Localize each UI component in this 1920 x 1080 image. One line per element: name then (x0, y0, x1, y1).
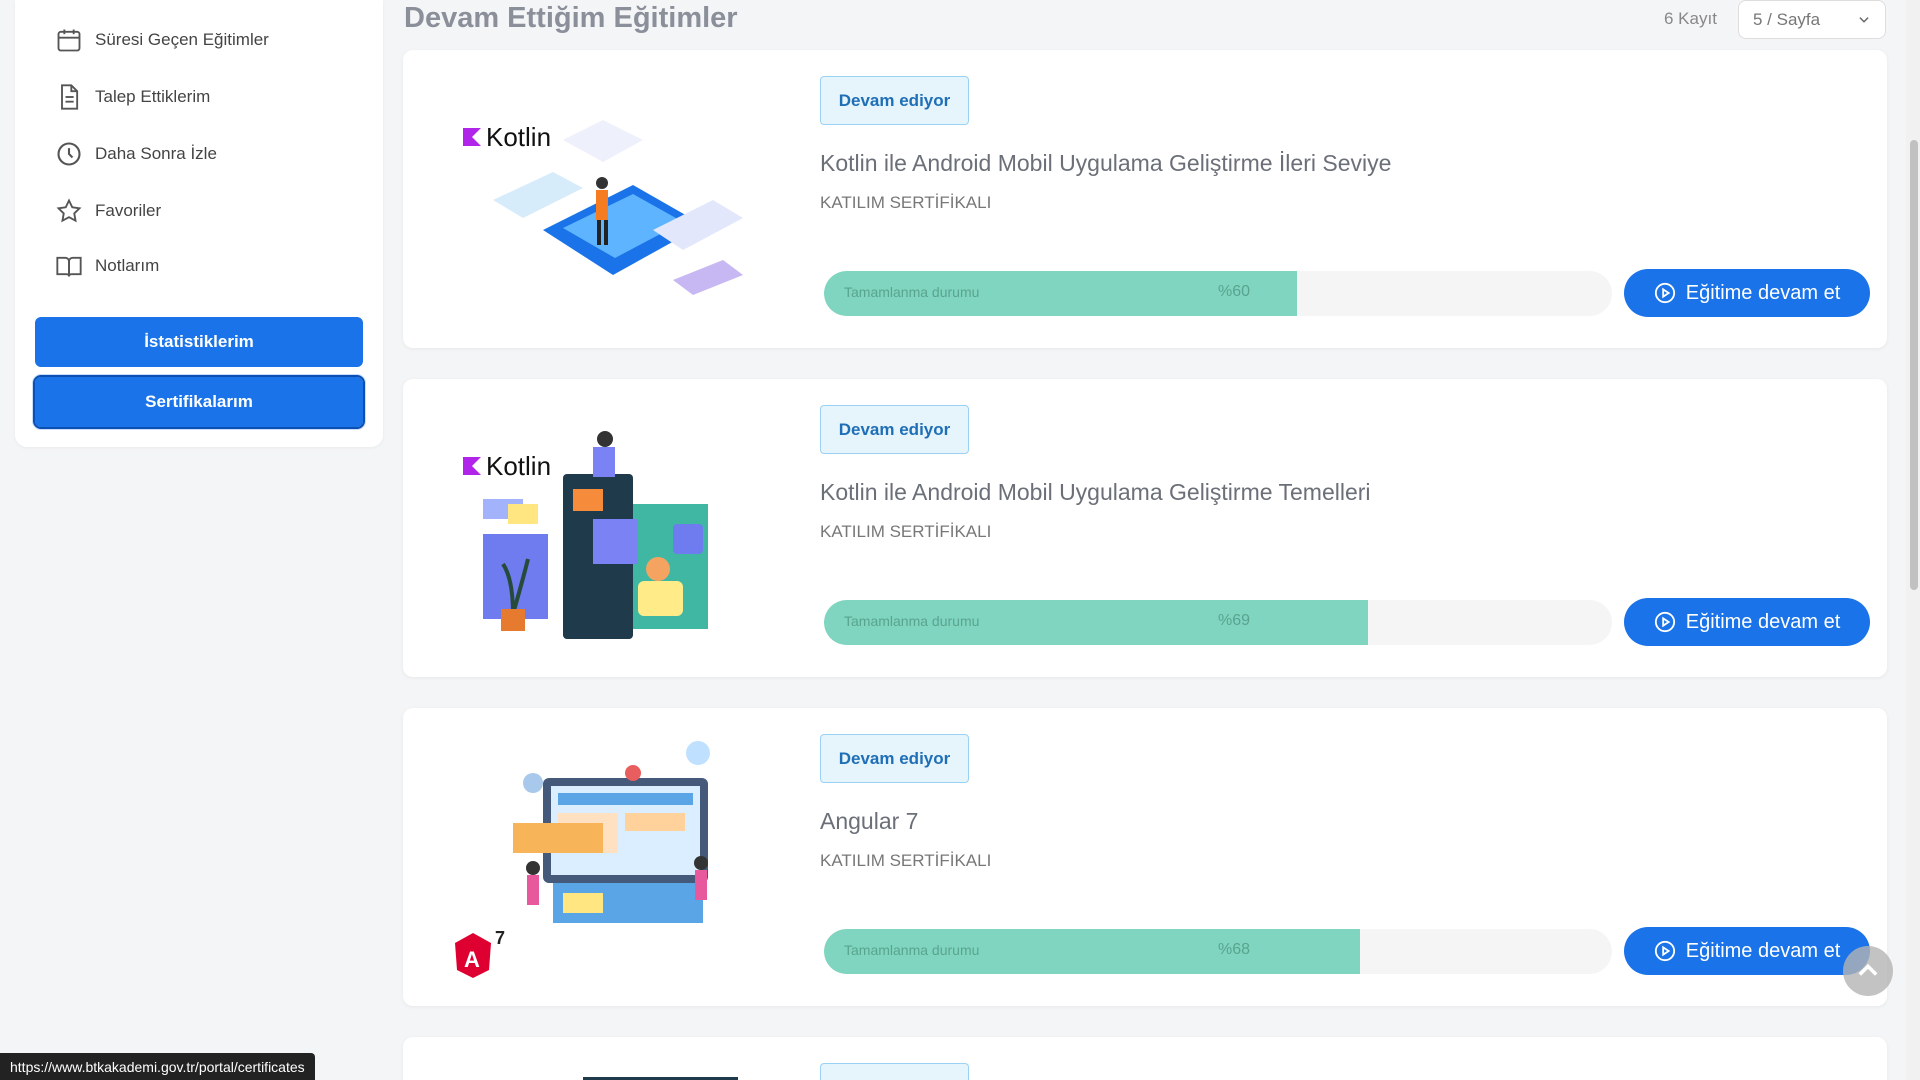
progress-bar: Tamamlanma durumu %68 (824, 929, 1612, 974)
progress-bar: Tamamlanma durumu %60 (824, 271, 1612, 316)
scrollbar-thumb[interactable] (1910, 140, 1918, 590)
course-title[interactable]: Kotlin ile Android Mobil Uygulama Gelişt… (820, 150, 1391, 177)
kotlin-logo-text: Kotlin (486, 122, 551, 152)
course-card: A 7 Devam ediyor Angular 7 KATILIM SERTİ… (403, 708, 1887, 1006)
course-card-partial (403, 1037, 1887, 1080)
page-title: Devam Ettiğim Eğitimler (404, 2, 738, 34)
continue-course-button[interactable]: Eğitime devam et (1624, 269, 1870, 317)
course-card: Kotlin Devam ediyor Kotlin ile Android M… (403, 379, 1887, 677)
course-thumbnail: A 7 (453, 738, 763, 978)
progress-label: Tamamlanma durumu (844, 613, 980, 629)
progress-value: %69 (1218, 612, 1251, 629)
status-badge: Devam ediyor (820, 405, 969, 454)
sidebar-item-label: Talep Ettiklerim (95, 87, 211, 106)
progress-bar: Tamamlanma durumu %69 (824, 600, 1612, 645)
course-subtitle: KATILIM SERTİFİKALI (820, 522, 992, 541)
sidebar-item-watch-later[interactable]: Daha Sonra İzle (55, 134, 217, 174)
progress-value: %60 (1218, 283, 1251, 300)
chevron-up-icon (1858, 963, 1878, 976)
sidebar-item-requests[interactable]: Talep Ettiklerim (55, 77, 210, 117)
sidebar-item-label: Notlarım (95, 256, 160, 275)
sidebar-item-notes[interactable]: Notlarım (55, 246, 159, 286)
course-card: Kotlin Devam ediyor Kotlin ile Android M… (403, 50, 1887, 348)
document-icon (61, 84, 79, 110)
back-to-top-button[interactable] (1843, 946, 1893, 996)
calendar-icon (57, 29, 81, 52)
certificates-button[interactable]: Sertifikalarım (33, 375, 365, 429)
angular-version-text: 7 (495, 928, 505, 948)
status-badge: Devam ediyor (820, 76, 969, 125)
sidebar-item-label: Süresi Geçen Eğitimler (95, 30, 269, 49)
progress-value: %68 (1218, 941, 1251, 958)
course-thumbnail: Kotlin (453, 80, 763, 320)
continue-button-label: Eğitime devam et (1685, 281, 1841, 304)
continue-button-label: Eğitime devam et (1685, 939, 1841, 962)
status-bar-url: https://www.btkakademi.gov.tr/portal/cer… (0, 1053, 315, 1080)
record-count: 6 Kayıt (1664, 9, 1717, 28)
book-icon (56, 256, 82, 277)
course-subtitle: KATILIM SERTİFİKALI (820, 193, 992, 212)
svg-text:A: A (464, 947, 480, 972)
kotlin-logo-text: Kotlin (486, 451, 551, 481)
progress-label: Tamamlanma durumu (844, 284, 980, 300)
continue-course-button[interactable]: Eğitime devam et (1624, 927, 1870, 975)
progress-label: Tamamlanma durumu (844, 942, 980, 958)
clock-icon (57, 142, 81, 166)
course-title[interactable]: Angular 7 (820, 808, 918, 835)
sidebar-item-label: Favoriler (95, 201, 162, 220)
status-badge: Devam ediyor (820, 734, 969, 783)
sidebar-item-label: Daha Sonra İzle (95, 144, 217, 163)
continue-button-label: Eğitime devam et (1685, 610, 1841, 633)
play-circle-icon (1654, 611, 1675, 633)
chevron-down-icon (1859, 16, 1869, 23)
continue-course-button[interactable]: Eğitime devam et (1624, 598, 1870, 646)
course-title[interactable]: Kotlin ile Android Mobil Uygulama Gelişt… (820, 479, 1371, 506)
statistics-button[interactable]: İstatistiklerim (35, 317, 363, 367)
star-icon (56, 198, 82, 223)
sidebar-item-favorites[interactable]: Favoriler (55, 191, 161, 231)
play-circle-icon (1654, 282, 1675, 304)
course-thumbnail: Kotlin (453, 409, 763, 649)
course-subtitle: KATILIM SERTİFİKALI (820, 851, 992, 870)
per-page-value: 5 / Sayfa (1753, 9, 1821, 29)
status-badge (820, 1063, 969, 1080)
sidebar: Süresi Geçen Eğitimler Talep Ettiklerim … (15, 0, 383, 447)
play-circle-icon (1654, 940, 1675, 962)
per-page-select[interactable]: 5 / Sayfa (1738, 0, 1886, 39)
sidebar-item-expired[interactable]: Süresi Geçen Eğitimler (55, 20, 269, 60)
